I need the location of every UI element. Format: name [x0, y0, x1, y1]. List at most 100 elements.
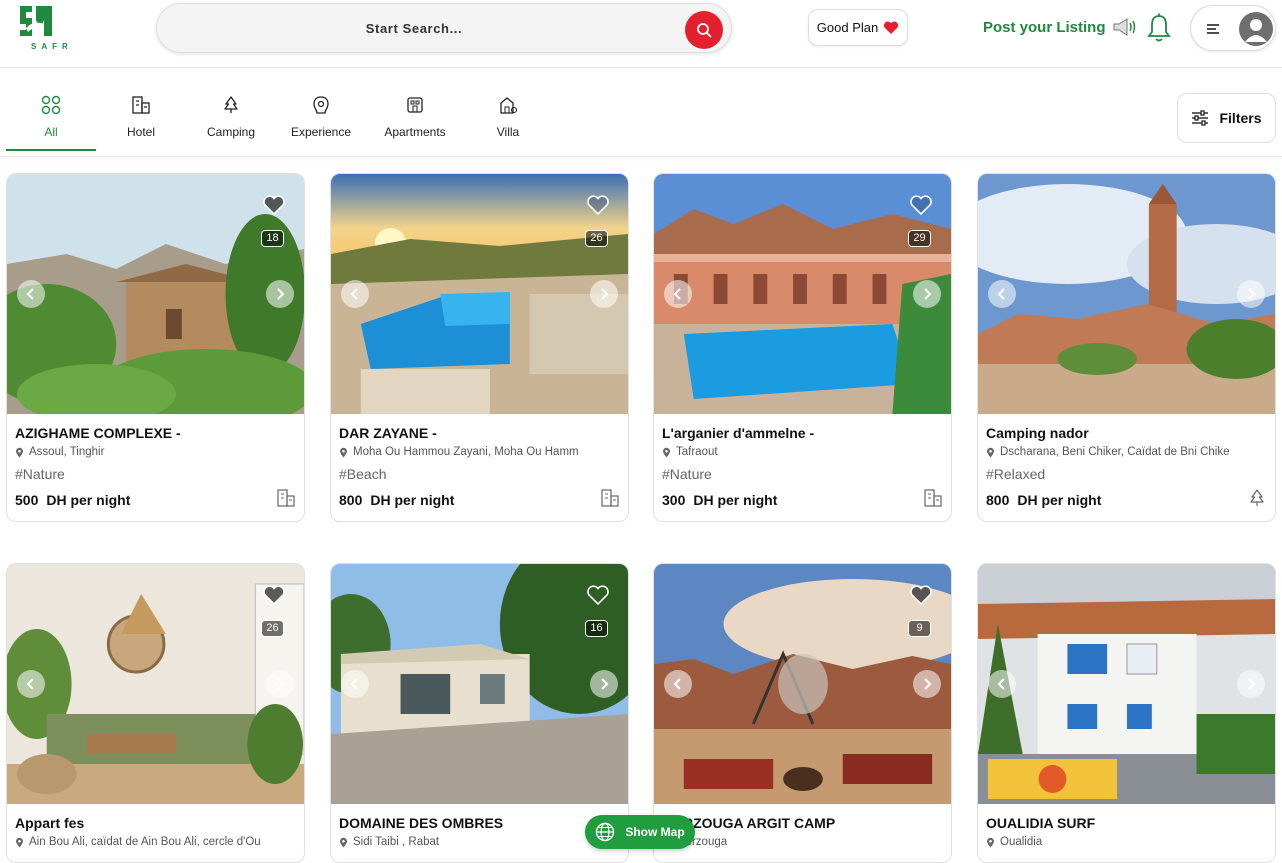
next-photo-button[interactable] — [913, 670, 941, 698]
next-photo-button[interactable] — [590, 280, 618, 308]
chevron-left-icon — [350, 288, 358, 300]
listing-card[interactable]: OUALIDIA SURF Oualidia — [977, 563, 1276, 863]
listing-tag: #Nature — [662, 466, 712, 482]
prev-photo-button[interactable] — [988, 280, 1016, 308]
prev-photo-button[interactable] — [988, 670, 1016, 698]
listing-card[interactable]: 29 L'arganier d'ammelne - Tafraout #Natu… — [653, 173, 952, 522]
tab-apartments[interactable]: Apartments — [370, 95, 460, 139]
location-pin-icon — [16, 837, 23, 847]
listing-photo[interactable]: 18 — [7, 174, 304, 414]
listing-title[interactable]: Camping nador — [986, 425, 1089, 441]
listing-title[interactable]: L'arganier d'ammelne - — [662, 425, 814, 441]
good-plan-button[interactable]: Good Plan — [808, 9, 908, 46]
grid-icon — [41, 95, 61, 115]
bell-icon — [1147, 13, 1171, 42]
listing-title[interactable]: OUALIDIA SURF — [986, 815, 1095, 831]
listing-photo[interactable] — [978, 174, 1275, 414]
tab-label: Hotel — [126, 125, 155, 139]
tree-icon — [224, 96, 238, 113]
search-icon — [697, 23, 712, 38]
listing-photo[interactable]: 9 — [654, 564, 951, 804]
next-photo-button[interactable] — [1237, 670, 1265, 698]
tab-all[interactable]: All — [6, 95, 96, 139]
heart-icon — [884, 21, 899, 34]
chevron-left-icon — [997, 288, 1005, 300]
listing-card[interactable]: 26 DAR ZAYANE - Moha Ou Hammou Zayani, M… — [330, 173, 629, 522]
notifications-button[interactable] — [1145, 12, 1173, 44]
location-pin-icon — [340, 837, 347, 847]
chevron-left-icon — [673, 288, 681, 300]
next-photo-button[interactable] — [590, 670, 618, 698]
listing-photo[interactable] — [978, 564, 1275, 804]
next-photo-button[interactable] — [1237, 280, 1265, 308]
chevron-left-icon — [26, 678, 34, 690]
heart-icon[interactable] — [586, 194, 610, 216]
listing-photo[interactable]: 16 — [331, 564, 628, 804]
user-icon — [1245, 19, 1267, 42]
listing-card[interactable]: 9 MERZOUGA ARGIT CAMP Merzouga — [653, 563, 952, 863]
search-bar[interactable]: Start Search... — [156, 3, 732, 53]
filters-button[interactable]: Filters — [1177, 93, 1276, 143]
chevron-right-icon — [924, 288, 932, 300]
chevron-left-icon — [350, 678, 358, 690]
listing-location: Dscharana, Beni Chiker, Caïdat de Bni Ch… — [986, 446, 1269, 458]
location-pin-icon — [16, 447, 23, 457]
listing-title[interactable]: AZIGHAME COMPLEXE - — [15, 425, 181, 441]
post-listing-link[interactable]: Post your Listing — [983, 16, 1139, 38]
safr-logo[interactable]: SAFR — [14, 2, 68, 54]
tab-hotel[interactable]: Hotel — [96, 95, 186, 139]
globe-icon — [596, 822, 615, 842]
chevron-right-icon — [601, 288, 609, 300]
user-menu-button[interactable] — [1190, 5, 1276, 51]
prev-photo-button[interactable] — [17, 280, 45, 308]
chevron-right-icon — [1248, 678, 1256, 690]
prev-photo-button[interactable] — [341, 280, 369, 308]
avatar — [1239, 12, 1273, 46]
listing-photo[interactable]: 29 — [654, 174, 951, 414]
filters-label: Filters — [1219, 110, 1262, 126]
listing-card[interactable]: 26 Appart fes Ain Bou Ali, caïdat de Ain… — [6, 563, 305, 863]
tab-villa[interactable]: Villa — [463, 95, 553, 139]
listing-location: Ain Bou Ali, caïdat de Ain Bou Ali, cerc… — [15, 836, 298, 848]
category-bar: All Hotel Camping Experience Apartments … — [0, 69, 1282, 157]
chevron-left-icon — [997, 678, 1005, 690]
listing-title[interactable]: DOMAINE DES OMBRES — [339, 815, 503, 831]
listing-tag: #Nature — [15, 466, 65, 482]
listing-title[interactable]: Appart fes — [15, 815, 84, 831]
prev-photo-button[interactable] — [664, 280, 692, 308]
listing-card[interactable]: 16 DOMAINE DES OMBRES Sidi Taibi , Rabat — [330, 563, 629, 863]
hotel-icon — [924, 489, 942, 507]
listing-card[interactable]: Camping nador Dscharana, Beni Chiker, Ca… — [977, 173, 1276, 522]
chevron-right-icon — [1248, 288, 1256, 300]
tab-experience[interactable]: Experience — [276, 95, 366, 139]
good-plan-label: Good Plan — [816, 20, 879, 35]
chevron-right-icon — [277, 678, 285, 690]
tab-label: Experience — [290, 125, 352, 139]
heart-icon[interactable] — [909, 194, 933, 216]
show-map-button[interactable]: Show Map — [585, 815, 695, 849]
heart-icon[interactable] — [262, 584, 286, 606]
listing-card[interactable]: 18 AZIGHAME COMPLEXE - Assoul, Tinghir #… — [6, 173, 305, 522]
next-photo-button[interactable] — [913, 280, 941, 308]
chevron-right-icon — [924, 678, 932, 690]
prev-photo-button[interactable] — [341, 670, 369, 698]
heart-icon[interactable] — [262, 194, 286, 216]
tab-camping[interactable]: Camping — [186, 95, 276, 139]
location-pin-icon — [987, 447, 994, 457]
prev-photo-button[interactable] — [664, 670, 692, 698]
apartment-icon — [407, 97, 423, 113]
listing-price: 500 DH per night — [15, 492, 131, 508]
listing-title[interactable]: DAR ZAYANE - — [339, 425, 437, 441]
heart-icon[interactable] — [586, 584, 610, 606]
prev-photo-button[interactable] — [17, 670, 45, 698]
listing-photo[interactable]: 26 — [7, 564, 304, 804]
next-photo-button[interactable] — [266, 280, 294, 308]
next-photo-button[interactable] — [266, 670, 294, 698]
search-button[interactable] — [685, 11, 723, 49]
listing-price: 800 DH per night — [986, 492, 1102, 508]
chevron-left-icon — [673, 678, 681, 690]
listing-tag: #Beach — [339, 466, 387, 482]
heart-icon[interactable] — [909, 584, 933, 606]
tree-icon — [1250, 489, 1264, 506]
listing-photo[interactable]: 26 — [331, 174, 628, 414]
